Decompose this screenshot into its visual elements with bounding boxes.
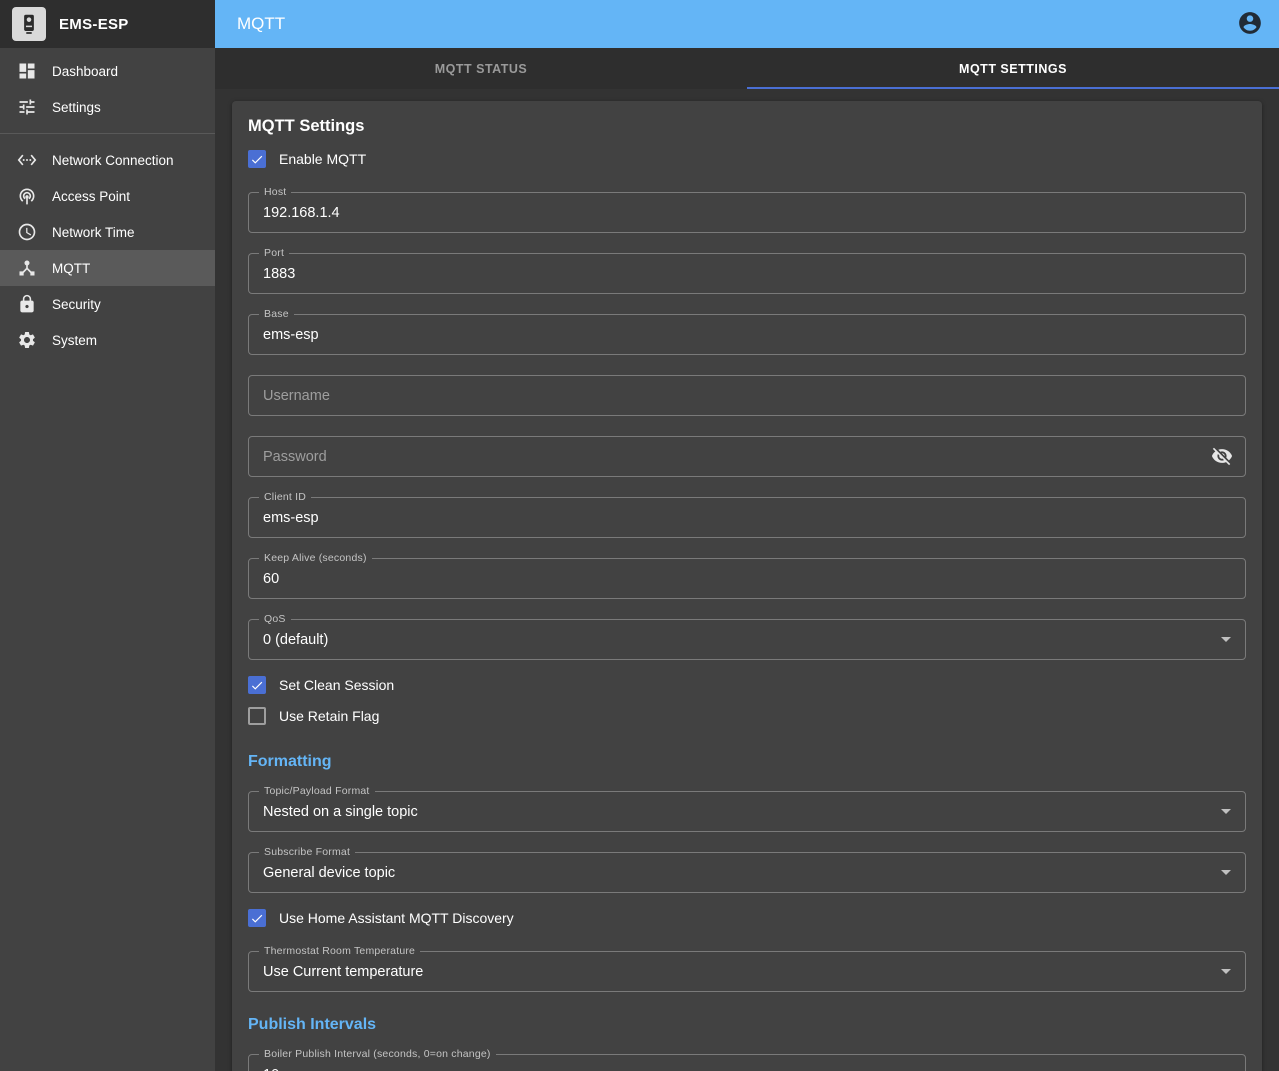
host-input[interactable] <box>249 193 1245 232</box>
keep-alive-field: Keep Alive (seconds) <box>248 558 1246 599</box>
thermostat-room-temperature-select[interactable]: Thermostat Room Temperature Use Current … <box>248 951 1246 992</box>
dashboard-icon <box>17 61 37 81</box>
sidebar-item-label: System <box>52 333 97 348</box>
topic-payload-format-value: Nested on a single topic <box>263 804 1213 820</box>
topic-payload-format-label: Topic/Payload Format <box>259 785 375 797</box>
subscribe-format-select[interactable]: Subscribe Format General device topic <box>248 852 1246 893</box>
sidebar-item-network-connection[interactable]: Network Connection <box>0 142 215 178</box>
sidebar-menu: Dashboard Settings Network Connection <box>0 48 215 358</box>
sidebar-divider <box>0 133 215 134</box>
keep-alive-field-label: Keep Alive (seconds) <box>259 552 372 564</box>
base-input[interactable] <box>249 315 1245 354</box>
account-button[interactable] <box>1237 10 1265 38</box>
enable-mqtt-row[interactable]: Enable MQTT <box>248 146 1246 172</box>
check-icon <box>250 911 264 926</box>
sidebar: EMS-ESP Dashboard Settings Network <box>0 0 215 1071</box>
use-retain-flag-row[interactable]: Use Retain Flag <box>248 703 1246 729</box>
subscribe-format-label: Subscribe Format <box>259 846 355 858</box>
tab-mqtt-settings[interactable]: MQTT SETTINGS <box>747 48 1279 89</box>
chevron-down-icon <box>1221 870 1231 875</box>
ethernet-icon <box>17 150 37 170</box>
sidebar-item-label: Network Connection <box>52 153 174 168</box>
client-id-field: Client ID <box>248 497 1246 538</box>
tune-icon <box>17 97 37 117</box>
account-circle-icon <box>1237 10 1263 36</box>
use-retain-flag-checkbox[interactable] <box>248 707 266 725</box>
port-input[interactable] <box>249 254 1245 293</box>
chevron-down-icon <box>1221 637 1231 642</box>
ha-discovery-row[interactable]: Use Home Assistant MQTT Discovery <box>248 905 1246 931</box>
clock-icon <box>17 222 37 242</box>
sidebar-header: EMS-ESP <box>0 0 215 48</box>
sidebar-item-label: Access Point <box>52 189 130 204</box>
qos-select-label: QoS <box>259 613 291 625</box>
wifi-tethering-icon <box>17 186 37 206</box>
password-input[interactable] <box>249 437 1245 476</box>
chevron-down-icon <box>1221 969 1231 974</box>
app-title: EMS-ESP <box>59 16 129 33</box>
tab-mqtt-status[interactable]: MQTT STATUS <box>215 48 747 89</box>
ha-discovery-label: Use Home Assistant MQTT Discovery <box>279 910 514 926</box>
visibility-off-icon <box>1211 445 1233 467</box>
sidebar-item-label: Security <box>52 297 101 312</box>
lock-icon <box>17 294 37 314</box>
sidebar-item-dashboard[interactable]: Dashboard <box>0 53 215 89</box>
boiler-publish-interval-label: Boiler Publish Interval (seconds, 0=on c… <box>259 1048 496 1060</box>
username-input[interactable] <box>249 376 1245 415</box>
sidebar-item-label: Settings <box>52 100 101 115</box>
set-clean-session-checkbox[interactable] <box>248 676 266 694</box>
base-field-label: Base <box>259 308 294 320</box>
card-title: MQTT Settings <box>248 117 1246 136</box>
appbar: MQTT <box>215 0 1279 48</box>
enable-mqtt-label: Enable MQTT <box>279 151 366 167</box>
app-root: EMS-ESP Dashboard Settings Network <box>0 0 1279 1071</box>
username-field <box>248 375 1246 416</box>
port-field: Port <box>248 253 1246 294</box>
base-field: Base <box>248 314 1246 355</box>
publish-intervals-heading: Publish Intervals <box>248 1016 1246 1034</box>
set-clean-session-row[interactable]: Set Clean Session <box>248 672 1246 698</box>
thermostat-room-temperature-label: Thermostat Room Temperature <box>259 945 420 957</box>
sidebar-item-label: Dashboard <box>52 64 118 79</box>
client-id-field-label: Client ID <box>259 491 311 503</box>
thermostat-room-temperature-value: Use Current temperature <box>263 964 1213 980</box>
tabbar: MQTT STATUS MQTT SETTINGS <box>215 48 1279 89</box>
subscribe-format-value: General device topic <box>263 865 1213 881</box>
content: MQTT Settings Enable MQTT Host Port <box>215 89 1279 1071</box>
enable-mqtt-checkbox[interactable] <box>248 150 266 168</box>
keep-alive-input[interactable] <box>249 559 1245 598</box>
set-clean-session-label: Set Clean Session <box>279 677 394 693</box>
page-title: MQTT <box>237 14 1237 34</box>
toggle-password-visibility-button[interactable] <box>1211 445 1235 469</box>
gear-icon <box>17 330 37 350</box>
ha-discovery-checkbox[interactable] <box>248 909 266 927</box>
qos-select[interactable]: QoS 0 (default) <box>248 619 1246 660</box>
device-hub-icon <box>17 258 37 278</box>
boiler-publish-interval-field: Boiler Publish Interval (seconds, 0=on c… <box>248 1054 1246 1071</box>
qos-select-value: 0 (default) <box>263 632 1213 648</box>
ems-esp-logo-icon <box>12 7 46 41</box>
topic-payload-format-select[interactable]: Topic/Payload Format Nested on a single … <box>248 791 1246 832</box>
sidebar-item-settings[interactable]: Settings <box>0 89 215 125</box>
sidebar-item-label: MQTT <box>52 261 90 276</box>
main-area: MQTT MQTT STATUS MQTT SETTINGS MQTT Sett… <box>215 0 1279 1071</box>
formatting-heading: Formatting <box>248 753 1246 771</box>
sidebar-item-mqtt[interactable]: MQTT <box>0 250 215 286</box>
port-field-label: Port <box>259 247 289 259</box>
use-retain-flag-label: Use Retain Flag <box>279 708 379 724</box>
mqtt-settings-card: MQTT Settings Enable MQTT Host Port <box>232 101 1262 1071</box>
sidebar-item-label: Network Time <box>52 225 135 240</box>
password-field <box>248 436 1246 477</box>
sidebar-item-system[interactable]: System <box>0 322 215 358</box>
client-id-input[interactable] <box>249 498 1245 537</box>
check-icon <box>250 678 264 693</box>
host-field: Host <box>248 192 1246 233</box>
check-icon <box>250 152 264 167</box>
chevron-down-icon <box>1221 809 1231 814</box>
sidebar-item-access-point[interactable]: Access Point <box>0 178 215 214</box>
sidebar-item-security[interactable]: Security <box>0 286 215 322</box>
sidebar-item-network-time[interactable]: Network Time <box>0 214 215 250</box>
host-field-label: Host <box>259 186 291 198</box>
